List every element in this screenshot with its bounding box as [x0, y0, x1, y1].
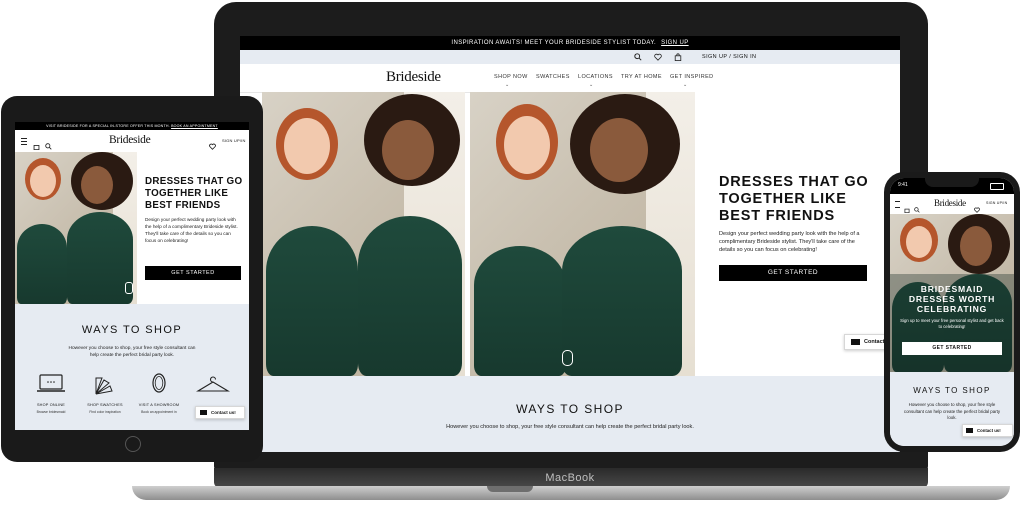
account-link[interactable]: SIGN UP/IN	[222, 138, 246, 143]
account-link[interactable]: SIGN UP/IN	[986, 201, 1007, 205]
laptop-icon	[37, 374, 65, 392]
hero-heading-line: DRESSES WORTH	[908, 294, 996, 304]
menu-icon[interactable]	[895, 201, 900, 208]
contact-label: Contact	[864, 339, 885, 345]
hero-heading-line: DRESSES THAT GO	[145, 176, 243, 187]
bag-icon[interactable]	[674, 53, 682, 63]
get-started-button[interactable]: GET STARTED	[145, 266, 241, 280]
laptop-base	[132, 486, 1010, 500]
contact-label: Contact us!	[977, 428, 1001, 433]
hero-heading-line: CELEBRATING	[916, 304, 988, 314]
ways-to-shop-subtitle: However you choose to shop, your free st…	[68, 346, 196, 358]
hero-text-panel: DRESSES THAT GO TOGETHER LIKE BEST FRIEN…	[137, 152, 249, 304]
battery-icon	[990, 183, 1004, 190]
get-started-button[interactable]: GET STARTED	[902, 342, 1002, 355]
hero-description: Design your perfect wedding party look w…	[145, 217, 238, 243]
hero-heading: DRESSES THAT GO TOGETHER LIKE BEST FRIEN…	[719, 174, 899, 225]
hero-heading-line: TOGETHER LIKE	[719, 191, 847, 207]
laptop-screen: INSPIRATION AWAITS! MEET YOUR BRIDESIDE …	[240, 36, 900, 452]
hero-heading: DRESSES THAT GO TOGETHER LIKE BEST FRIEN…	[145, 176, 249, 212]
shop-option-description: Browse bridesmaid	[36, 410, 66, 414]
shop-option-description: Find color inspiration	[89, 410, 121, 414]
hero-heading-line: BEST FRIENDS	[145, 200, 221, 211]
shop-option-online[interactable]: SHOP ONLINE Browse bridesmaid	[29, 374, 73, 414]
swatch-fan-icon	[95, 377, 113, 395]
nav-try-at-home[interactable]: TRY AT HOME	[621, 74, 662, 80]
promo-appointment-link[interactable]: BOOK AN APPOINTMENT	[171, 124, 218, 128]
ways-to-shop-title: WAYS TO SHOP	[81, 324, 183, 336]
shop-option-label: VISIT A SHOWROOM	[138, 403, 180, 407]
nav-locations[interactable]: LOCATIONS	[578, 74, 613, 80]
mirror-icon	[152, 373, 166, 393]
nav-shop-now[interactable]: SHOP NOW	[494, 74, 528, 80]
search-icon[interactable]	[634, 53, 642, 63]
promo-signup-link[interactable]: SIGN UP	[661, 40, 688, 46]
shop-option-label: SHOP ONLINE	[36, 403, 66, 407]
hero-description: Sign up to meet your free personal styli…	[900, 318, 1004, 329]
shop-option-swatches[interactable]: SHOP SWATCHES Find color inspiration	[83, 374, 127, 414]
hero-heading-line: TOGETHER LIKE	[145, 188, 229, 199]
main-nav: Brideside SIGN UP/IN	[15, 130, 249, 153]
promo-bar: VISIT BRIDESIDE FOR A SPECIAL IN-STORE O…	[15, 122, 249, 130]
nav-get-inspired[interactable]: GET INSPIRED	[670, 74, 714, 80]
ways-to-shop-subtitle: However you choose to shop, your free st…	[903, 402, 1001, 420]
account-link[interactable]: SIGN UP / SIGN IN	[702, 54, 756, 60]
contact-widget[interactable]: Contact us!	[962, 424, 1013, 437]
hero-heading: BRIDESMAID DRESSES WORTH CELEBRATING	[890, 284, 1014, 314]
ways-to-shop-subtitle: However you choose to shop, your free st…	[446, 424, 694, 430]
promo-bar: INSPIRATION AWAITS! MEET YOUR BRIDESIDE …	[240, 36, 900, 50]
main-nav: Brideside SHOP NOW SWATCHES LOCATIONS TR…	[240, 64, 900, 93]
brand-logo[interactable]: Brideside	[109, 134, 151, 146]
ways-to-shop-title: WAYS TO SHOP	[913, 386, 991, 395]
hero-photo	[15, 152, 137, 304]
hanger-icon	[196, 376, 230, 392]
chevron-down-icon: ⌄	[683, 82, 688, 88]
hero-description: Design your perfect wedding party look w…	[719, 231, 860, 253]
hero-heading-line: DRESSES THAT GO	[719, 174, 869, 190]
tablet-home-button[interactable]	[125, 436, 141, 452]
promo-text: VISIT BRIDESIDE FOR A SPECIAL IN-STORE O…	[46, 124, 170, 128]
ways-to-shop-title: WAYS TO SHOP	[516, 402, 624, 416]
envelope-icon	[200, 410, 207, 416]
envelope-icon	[966, 428, 973, 434]
laptop-notch	[487, 486, 533, 492]
main-nav: Brideside SIGN UP/IN	[890, 194, 1014, 215]
menu-icon[interactable]	[21, 138, 27, 145]
ways-to-shop-section: WAYS TO SHOP However you choose to shop,…	[240, 376, 900, 452]
shop-option-description: Book an appointment in	[141, 410, 177, 414]
promo-text: INSPIRATION AWAITS! MEET YOUR BRIDESIDE …	[451, 40, 657, 46]
contact-widget[interactable]: Contact us!	[195, 406, 245, 419]
laptop-brand-label: MacBook	[545, 472, 595, 484]
envelope-icon	[851, 338, 860, 345]
get-started-button[interactable]: GET STARTED	[719, 265, 867, 281]
scroll-indicator-icon	[562, 350, 573, 366]
utility-bar: SIGN UP / SIGN IN	[240, 50, 900, 64]
shop-option-showroom[interactable]: VISIT A SHOWROOM Book an appointment in	[137, 372, 181, 414]
phone-screen: 9:41 Brideside SIGN UP/IN BRIDESMAID DRE…	[890, 178, 1014, 446]
heart-icon[interactable]	[654, 53, 662, 63]
shop-option-try-at-home[interactable]	[191, 376, 235, 399]
hero-heading-line: BEST FRIENDS	[719, 208, 835, 224]
nav-swatches[interactable]: SWATCHES	[536, 74, 570, 80]
hero-heading-line: BRIDESMAID	[920, 284, 984, 294]
status-time: 9:41	[898, 182, 908, 188]
chevron-down-icon: ⌄	[589, 82, 594, 88]
brand-logo[interactable]: Brideside	[386, 69, 441, 86]
contact-label: Contact us!	[211, 410, 236, 415]
scroll-indicator-icon	[125, 282, 133, 294]
tablet-screen: VISIT BRIDESIDE FOR A SPECIAL IN-STORE O…	[15, 122, 249, 430]
chevron-down-icon: ⌄	[505, 82, 510, 88]
brand-logo[interactable]: Brideside	[934, 198, 966, 208]
hero-photo-right	[470, 92, 695, 376]
shop-option-label: SHOP SWATCHES	[87, 403, 123, 407]
hero-photo-left	[262, 92, 465, 376]
hero-photo: BRIDESMAID DRESSES WORTH CELEBRATING Sig…	[890, 214, 1014, 372]
phone-notch	[925, 178, 979, 187]
